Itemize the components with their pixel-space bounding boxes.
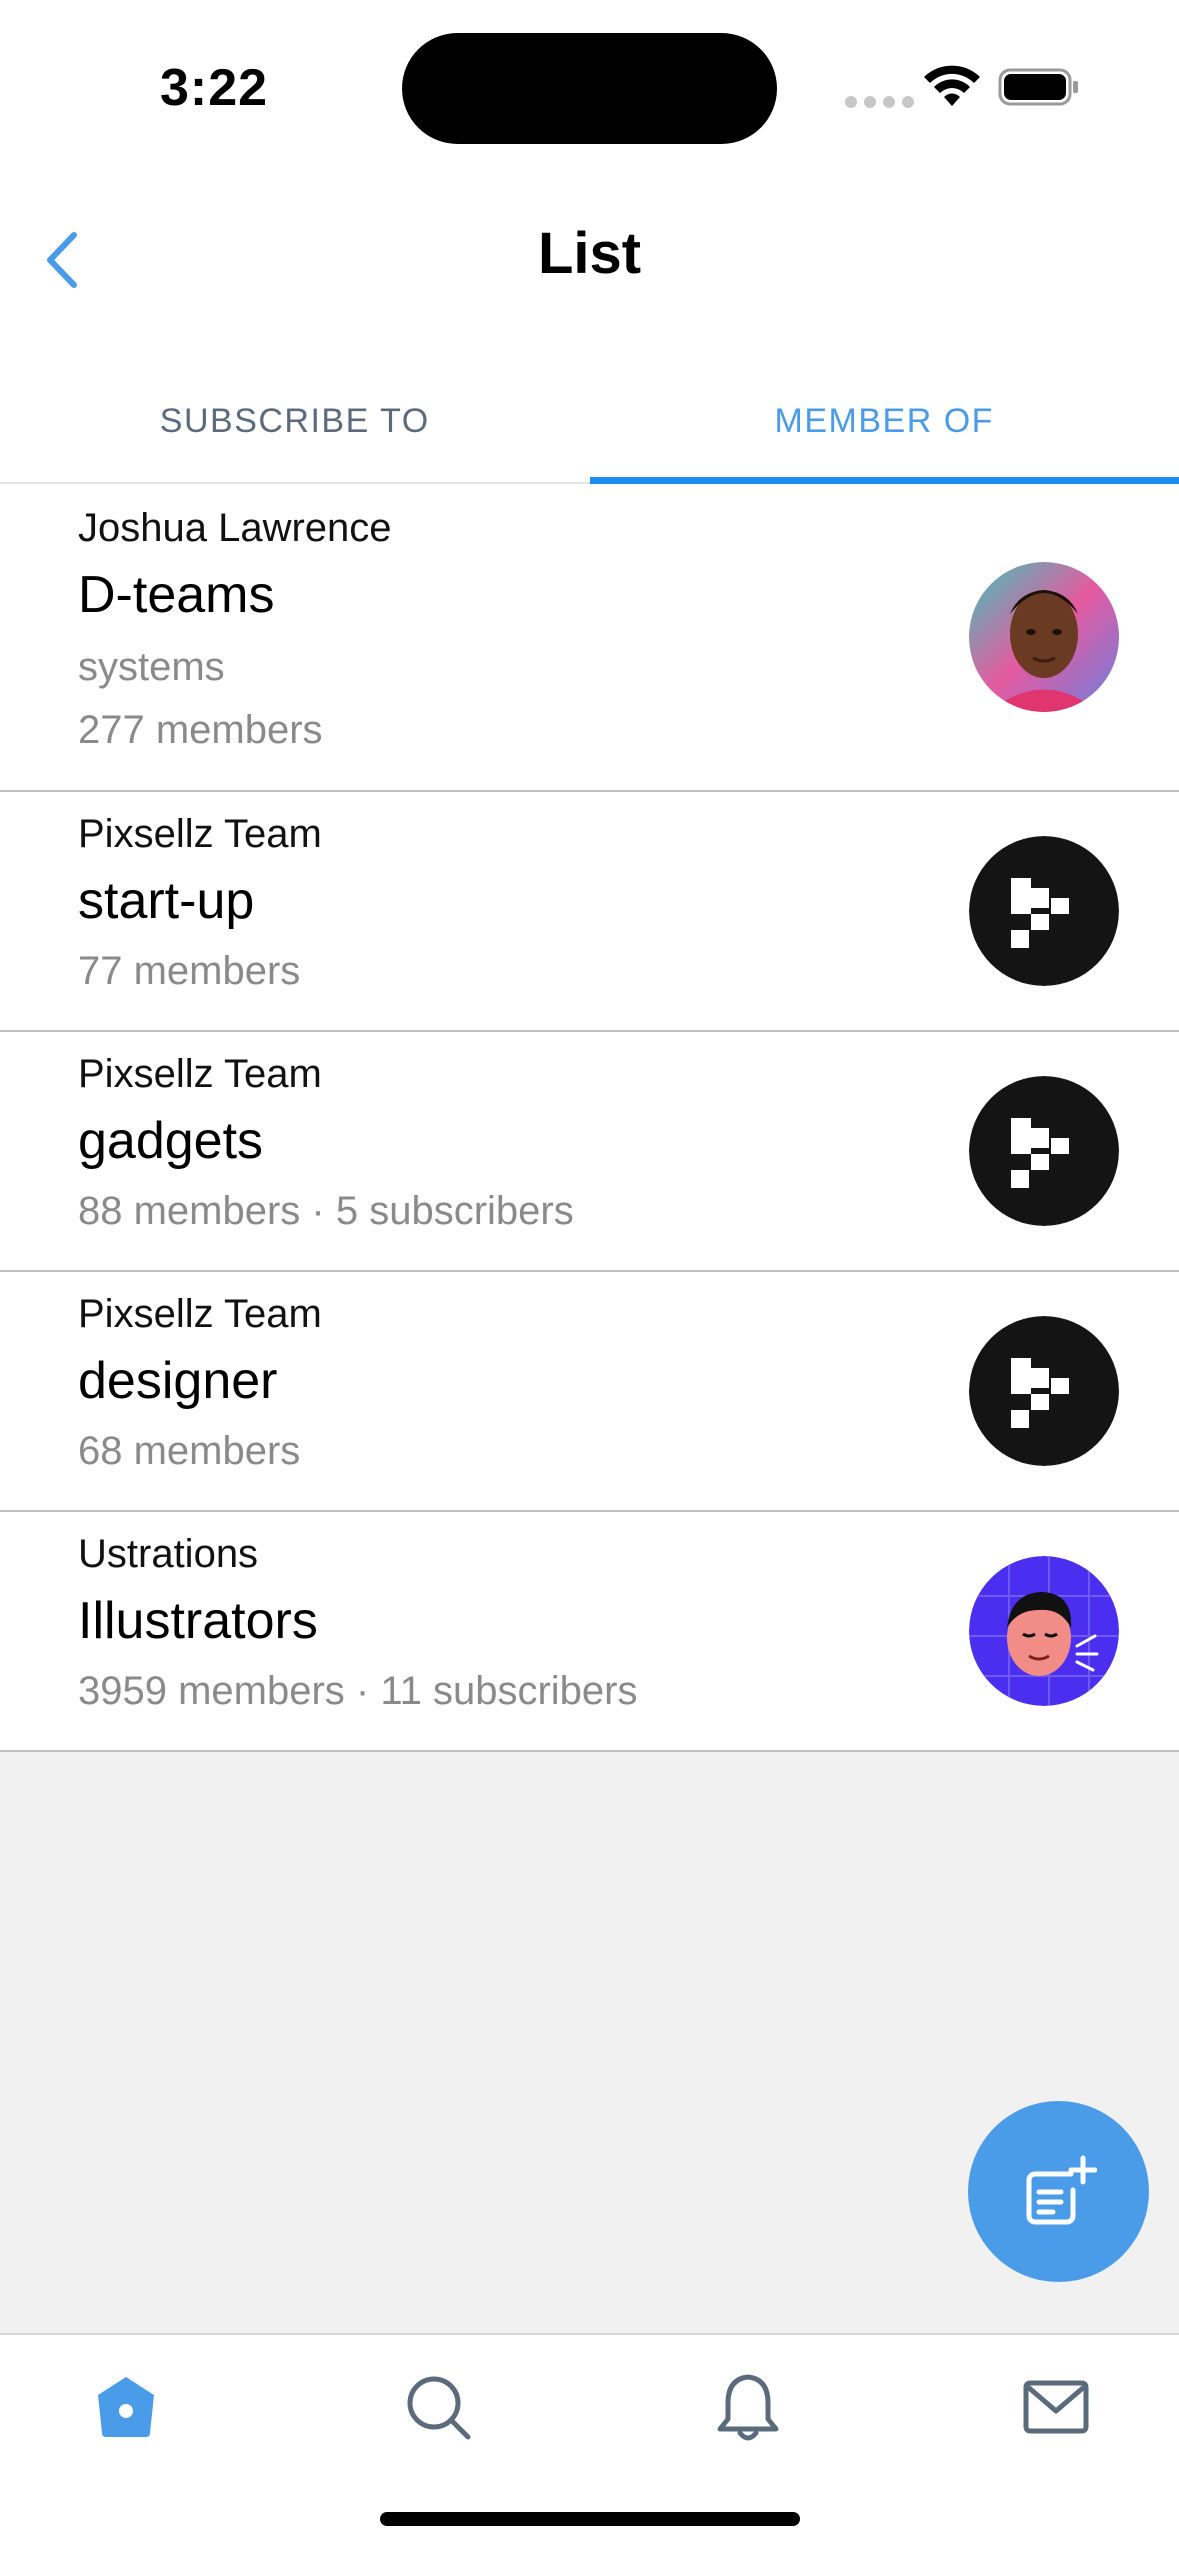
person-photo-icon bbox=[969, 562, 1119, 712]
new-list-icon bbox=[1026, 2155, 1097, 2224]
home-indicator bbox=[380, 2512, 800, 2526]
list-owner: Joshua Lawrence bbox=[78, 506, 392, 550]
bell-icon bbox=[717, 2374, 779, 2441]
avatar[interactable] bbox=[969, 1316, 1119, 1466]
list-item[interactable]: Joshua Lawrence D-teams systems 277 memb… bbox=[0, 484, 1179, 792]
signal-icon bbox=[845, 96, 914, 108]
avatar[interactable] bbox=[969, 836, 1119, 986]
list-item[interactable]: Pixsellz Team start-up 77 members bbox=[0, 792, 1179, 1032]
tab-home[interactable] bbox=[86, 2367, 166, 2447]
list-item[interactable]: Pixsellz Team designer 68 members bbox=[0, 1272, 1179, 1512]
wifi-icon bbox=[924, 65, 980, 106]
tab-messages[interactable] bbox=[1016, 2367, 1096, 2447]
nav-header: List bbox=[0, 160, 1179, 360]
pixsellz-logo-icon bbox=[969, 1076, 1119, 1226]
list-item[interactable]: Ustrations Illustrators 3959 members · 1… bbox=[0, 1512, 1179, 1752]
pixsellz-logo-icon bbox=[969, 1316, 1119, 1466]
new-list-button[interactable] bbox=[968, 2101, 1149, 2282]
tab-member-of[interactable]: MEMBER OF bbox=[589, 360, 1179, 484]
tab-bar-top: SUBSCRIBE TO MEMBER OF bbox=[0, 360, 1179, 484]
mail-icon bbox=[1023, 2380, 1089, 2434]
status-bar: 3:22 bbox=[0, 0, 1179, 160]
battery-icon bbox=[998, 68, 1078, 106]
status-time: 3:22 bbox=[160, 59, 269, 117]
avatar[interactable] bbox=[969, 562, 1119, 712]
avatar[interactable] bbox=[969, 1076, 1119, 1226]
search-icon bbox=[407, 2376, 471, 2440]
list-item[interactable]: Pixsellz Team gadgets 88 members · 5 sub… bbox=[0, 1032, 1179, 1272]
screen: 3:22 List SUBSCRIBE TO MEMBER OF Joshua … bbox=[0, 0, 1179, 2556]
tab-subscribe-to[interactable]: SUBSCRIBE TO bbox=[0, 360, 590, 482]
avatar[interactable] bbox=[969, 1556, 1119, 1706]
page-title: List bbox=[537, 221, 642, 286]
pixsellz-logo-icon bbox=[969, 836, 1119, 986]
tab-search[interactable] bbox=[398, 2367, 478, 2447]
home-icon bbox=[98, 2377, 154, 2437]
tab-notifications[interactable] bbox=[708, 2367, 788, 2447]
lists-container: Joshua Lawrence D-teams systems 277 memb… bbox=[0, 484, 1179, 1752]
illustrated-face-icon bbox=[969, 1556, 1119, 1706]
dynamic-island bbox=[402, 33, 777, 144]
list-meta: 277 members bbox=[78, 708, 323, 752]
